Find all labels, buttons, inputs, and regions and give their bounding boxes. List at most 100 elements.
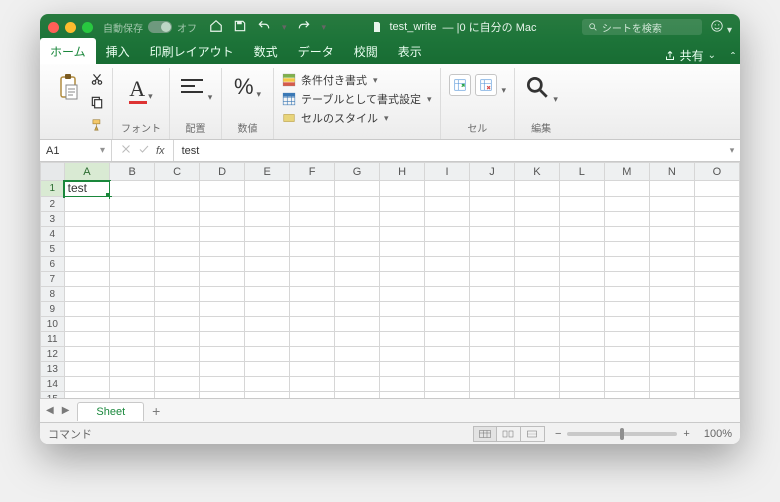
cell[interactable] [380, 332, 425, 347]
cell[interactable] [64, 227, 109, 242]
expand-formula-bar-button[interactable]: ▾ [724, 140, 740, 161]
row-header[interactable]: 1 [41, 181, 65, 197]
cell[interactable] [469, 332, 514, 347]
row-header[interactable]: 7 [41, 272, 65, 287]
row-header[interactable]: 8 [41, 287, 65, 302]
cell[interactable] [64, 377, 109, 392]
column-header[interactable]: O [694, 163, 739, 181]
cell[interactable] [64, 302, 109, 317]
home-icon[interactable] [209, 19, 223, 36]
cell[interactable] [514, 181, 559, 197]
cut-icon[interactable] [90, 72, 104, 91]
cell[interactable] [694, 242, 739, 257]
cell[interactable] [110, 362, 155, 377]
cell[interactable] [110, 197, 155, 212]
cell[interactable] [694, 302, 739, 317]
cell[interactable] [469, 181, 514, 197]
cell[interactable] [604, 332, 649, 347]
cell[interactable] [245, 347, 290, 362]
row-header[interactable]: 12 [41, 347, 65, 362]
cell[interactable] [290, 197, 335, 212]
cell[interactable] [514, 377, 559, 392]
row-header[interactable]: 2 [41, 197, 65, 212]
cell[interactable] [649, 181, 694, 197]
zoom-in-button[interactable]: + [683, 428, 689, 440]
cell[interactable] [64, 362, 109, 377]
cell[interactable] [469, 287, 514, 302]
row-header[interactable]: 10 [41, 317, 65, 332]
cell[interactable] [514, 212, 559, 227]
add-sheet-button[interactable]: + [152, 403, 160, 419]
cell[interactable] [559, 347, 604, 362]
undo-dropdown-icon[interactable]: ▾ [282, 22, 287, 33]
cell[interactable] [155, 181, 200, 197]
cell[interactable] [604, 272, 649, 287]
cell[interactable] [110, 212, 155, 227]
align-button[interactable] [179, 76, 205, 103]
cell[interactable] [380, 227, 425, 242]
cell[interactable] [425, 212, 470, 227]
cell[interactable] [110, 347, 155, 362]
cell[interactable] [559, 287, 604, 302]
cell[interactable] [604, 227, 649, 242]
cell[interactable] [200, 332, 245, 347]
column-header[interactable]: F [290, 163, 335, 181]
cell[interactable] [559, 227, 604, 242]
cell[interactable] [245, 227, 290, 242]
cell[interactable] [200, 362, 245, 377]
formula-input[interactable]: test [174, 140, 724, 161]
column-header[interactable]: L [559, 163, 604, 181]
cell[interactable] [559, 212, 604, 227]
cell[interactable] [155, 332, 200, 347]
share-button[interactable]: 共有 ⌄ [654, 47, 726, 64]
save-icon[interactable] [233, 19, 247, 36]
cell[interactable] [604, 377, 649, 392]
cell[interactable] [64, 332, 109, 347]
cell[interactable] [64, 272, 109, 287]
cell[interactable] [514, 242, 559, 257]
tab-page-layout[interactable]: 印刷レイアウト [140, 38, 244, 64]
cell[interactable] [425, 227, 470, 242]
sheet-nav-prev[interactable]: ◀ [46, 405, 54, 416]
cell[interactable] [649, 257, 694, 272]
close-window-button[interactable] [48, 22, 59, 33]
cell[interactable] [425, 332, 470, 347]
cell[interactable] [245, 272, 290, 287]
search-field[interactable]: シートを検索 [582, 19, 702, 35]
cell[interactable] [155, 377, 200, 392]
column-header[interactable]: C [155, 163, 200, 181]
cell[interactable] [290, 362, 335, 377]
cell[interactable] [245, 242, 290, 257]
cell[interactable] [604, 317, 649, 332]
cell[interactable] [694, 197, 739, 212]
cell[interactable] [200, 392, 245, 399]
row-header[interactable]: 4 [41, 227, 65, 242]
cell[interactable] [604, 347, 649, 362]
tab-data[interactable]: データ [288, 38, 344, 64]
cell[interactable] [425, 257, 470, 272]
cell[interactable] [200, 197, 245, 212]
cell[interactable] [604, 302, 649, 317]
cell[interactable] [335, 347, 380, 362]
cell[interactable] [380, 197, 425, 212]
cell[interactable] [649, 242, 694, 257]
cell[interactable] [290, 287, 335, 302]
chevron-down-icon[interactable]: ▾ [502, 85, 507, 96]
cell[interactable] [425, 317, 470, 332]
column-header[interactable]: G [335, 163, 380, 181]
cell[interactable] [200, 272, 245, 287]
cell[interactable] [155, 347, 200, 362]
cell[interactable] [559, 257, 604, 272]
cell[interactable] [155, 257, 200, 272]
cell[interactable] [290, 272, 335, 287]
minimize-window-button[interactable] [65, 22, 76, 33]
cell[interactable] [469, 392, 514, 399]
cell[interactable] [155, 272, 200, 287]
undo-icon[interactable] [257, 19, 271, 36]
cell[interactable] [604, 362, 649, 377]
cell[interactable] [110, 242, 155, 257]
cell[interactable] [110, 272, 155, 287]
conditional-formatting-button[interactable]: 条件付き書式▾ [282, 72, 432, 88]
cell[interactable] [245, 362, 290, 377]
cell[interactable] [110, 317, 155, 332]
